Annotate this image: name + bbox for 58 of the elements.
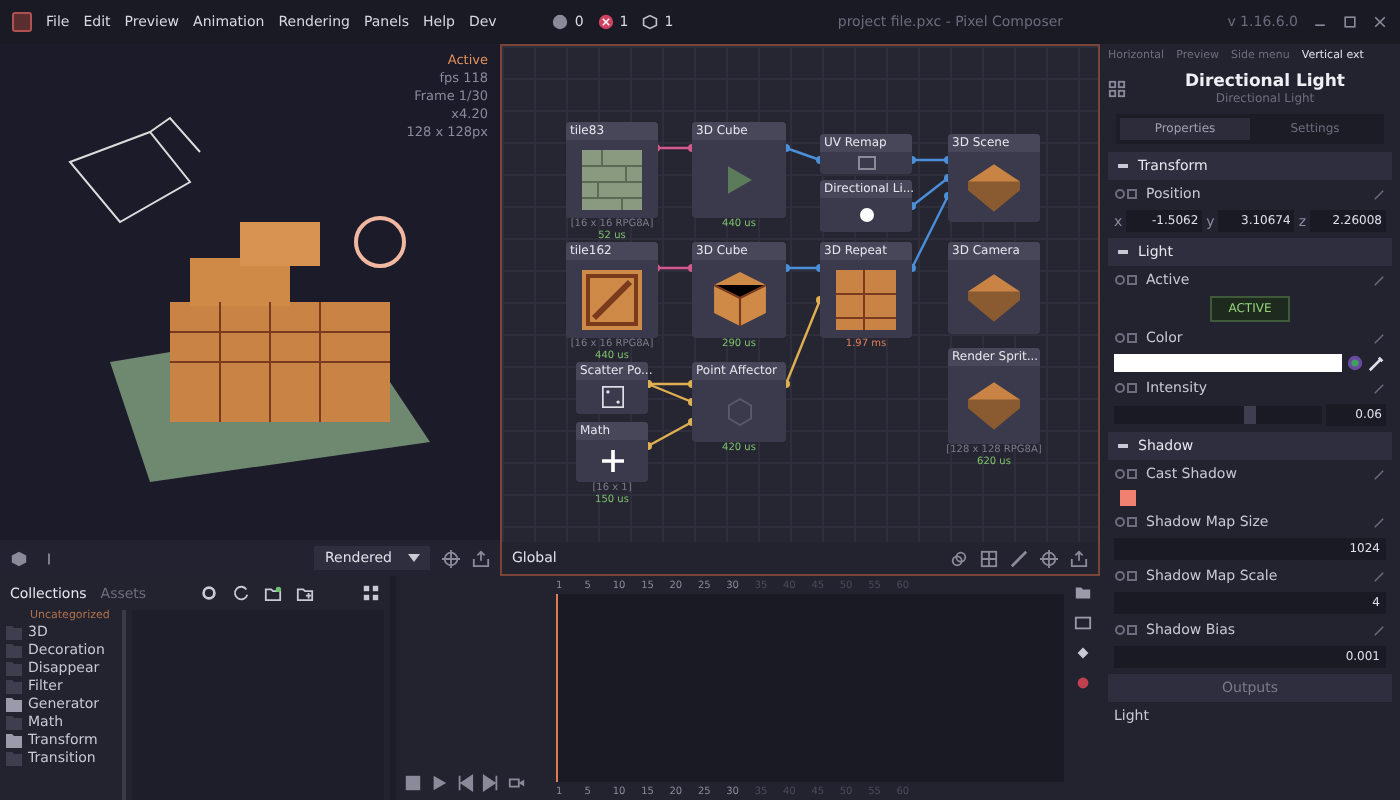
checkbox[interactable]	[1120, 490, 1136, 506]
visibility-icon[interactable]	[1114, 624, 1138, 636]
stop-icon[interactable]	[404, 774, 422, 792]
plus-icon	[601, 450, 623, 472]
keyframe-icon[interactable]	[1073, 644, 1091, 662]
stone-texture-image	[582, 149, 642, 209]
edit-icon[interactable]	[1372, 331, 1386, 345]
crate-stack-image	[968, 163, 1020, 211]
edit-icon[interactable]	[1372, 623, 1386, 637]
export-icon[interactable]	[472, 549, 490, 567]
edit-icon[interactable]	[1372, 515, 1386, 529]
crosshair-icon[interactable]	[1040, 549, 1058, 567]
folder-add-icon[interactable]	[264, 584, 282, 602]
caret-icon	[408, 554, 420, 562]
refresh-icon[interactable]	[232, 584, 250, 602]
visibility-icon[interactable]	[1114, 468, 1138, 480]
node-name: Directional Light	[1185, 72, 1345, 92]
play-icon[interactable]	[430, 774, 448, 792]
close-icon[interactable]	[1372, 14, 1388, 30]
visibility-icon[interactable]	[1114, 570, 1138, 582]
triangle-icon	[727, 165, 751, 193]
export-icon[interactable]	[1070, 549, 1088, 567]
color-dot-icon[interactable]	[1073, 674, 1091, 692]
layout-icon[interactable]	[1108, 80, 1126, 98]
folder-icon[interactable]	[1073, 584, 1091, 602]
skip-back-icon[interactable]	[456, 774, 474, 792]
folder-add-icon[interactable]	[296, 584, 314, 602]
color-swatch[interactable]	[1114, 354, 1342, 372]
crate-stack-image	[968, 273, 1020, 321]
crate-cubes-image	[836, 269, 896, 329]
edit-icon[interactable]	[1372, 273, 1386, 287]
film-icon[interactable]	[1073, 614, 1091, 632]
error-icon	[597, 14, 614, 30]
slider-thumb[interactable]	[1243, 406, 1256, 424]
visibility-icon[interactable]	[1114, 382, 1138, 394]
pen-icon[interactable]	[1010, 549, 1028, 567]
crate-texture-image	[582, 269, 642, 329]
maximize-icon[interactable]	[1342, 14, 1358, 30]
visibility-icon[interactable]	[1114, 188, 1138, 200]
edit-icon[interactable]	[1372, 187, 1386, 201]
light-icon	[859, 208, 873, 222]
eyedropper-icon[interactable]	[1368, 354, 1386, 372]
skip-forward-icon[interactable]	[482, 774, 500, 792]
visibility-icon[interactable]	[1114, 516, 1138, 528]
crate-cube-image	[713, 272, 765, 326]
crosshair-icon[interactable]	[442, 549, 460, 567]
grid-icon[interactable]	[980, 549, 998, 567]
dice-icon	[601, 386, 623, 408]
crate-stack-image	[968, 381, 1020, 429]
visibility-icon[interactable]	[1114, 274, 1138, 286]
edit-icon[interactable]	[1372, 381, 1386, 395]
hexagon-icon	[727, 397, 751, 425]
visibility-icon[interactable]	[1114, 332, 1138, 344]
edit-icon[interactable]	[1372, 467, 1386, 481]
color-wheel-icon[interactable]	[1346, 354, 1364, 372]
link-icon[interactable]	[950, 549, 968, 567]
edit-icon[interactable]	[1372, 569, 1386, 583]
grid-view-icon[interactable]	[362, 584, 380, 602]
